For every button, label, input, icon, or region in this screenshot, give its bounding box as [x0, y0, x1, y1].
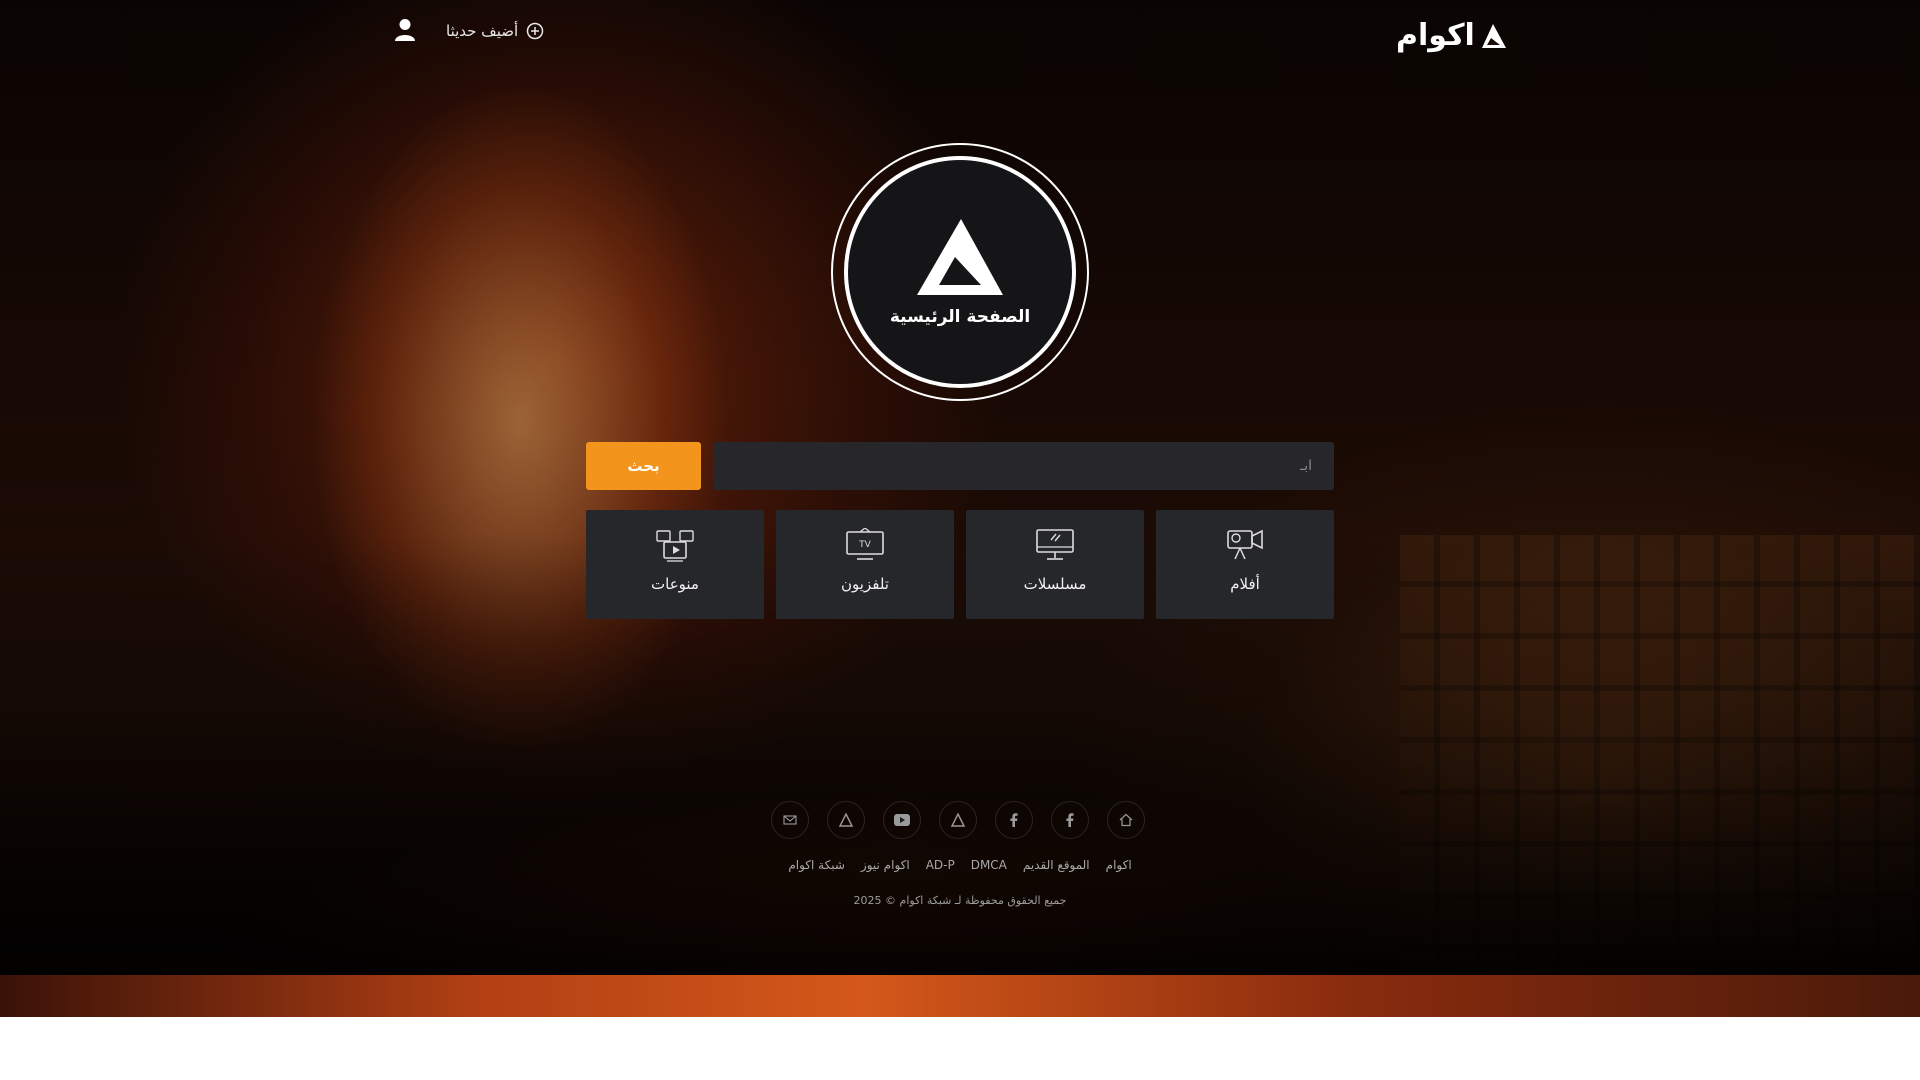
facebook-icon[interactable]	[1051, 801, 1089, 839]
category-tv[interactable]: TV تلفزيون	[776, 510, 954, 619]
home-label: الصفحة الرئيسية	[889, 307, 1031, 327]
category-label: منوعات	[651, 575, 699, 593]
user-icon[interactable]	[394, 18, 416, 42]
footer-link-akwam-network[interactable]: شبكة اكوام	[788, 858, 845, 872]
mail-icon[interactable]	[771, 801, 809, 839]
home-icon[interactable]	[1107, 801, 1145, 839]
footer-link-old-site[interactable]: الموقع القديم	[1023, 858, 1090, 872]
added-recently-label: أضيف حديثا	[446, 22, 519, 40]
background-bottom-strip	[0, 975, 1920, 1017]
akwam-icon[interactable]	[827, 801, 865, 839]
media-collection-icon	[656, 530, 694, 562]
search-button[interactable]: بحث	[586, 442, 701, 490]
copyright-text: جميع الحقوق محفوظة لـ شبكة اكوام © 2025	[853, 894, 1067, 907]
category-label: تلفزيون	[841, 575, 889, 593]
logo-text: اكوام	[1396, 18, 1476, 53]
home-button[interactable]: الصفحة الرئيسية	[831, 143, 1089, 401]
added-recently-link[interactable]: أضيف حديثا	[446, 22, 544, 40]
monitor-icon	[1036, 529, 1074, 560]
plus-circle-icon	[526, 22, 544, 40]
footer-link-dmca[interactable]: DMCA	[971, 858, 1007, 872]
footer-link-akwam-news[interactable]: اكوام نيوز	[861, 858, 910, 872]
movie-camera-icon	[1227, 529, 1263, 560]
akwam-logo-icon	[917, 219, 1003, 295]
category-misc[interactable]: منوعات	[586, 510, 764, 619]
footer-link-adp[interactable]: AD-P	[926, 858, 955, 872]
footer-link-akwam[interactable]: اكوام	[1106, 858, 1132, 872]
category-label: مسلسلات	[1023, 575, 1087, 593]
category-movies[interactable]: أفلام	[1156, 510, 1334, 619]
category-label: أفلام	[1230, 575, 1260, 593]
tv-icon: TV	[846, 528, 884, 560]
youtube-icon[interactable]	[883, 801, 921, 839]
social-links	[771, 801, 1145, 839]
svg-text:TV: TV	[858, 540, 871, 550]
category-series[interactable]: مسلسلات	[966, 510, 1144, 619]
site-logo[interactable]: اكوام	[1396, 18, 1507, 53]
search-input[interactable]	[713, 442, 1334, 490]
akwam-icon[interactable]	[939, 801, 977, 839]
akwam-logo-icon	[1481, 23, 1506, 48]
footer-links: اكوام الموقع القديم DMCA AD-P اكوام نيوز…	[0, 858, 1920, 872]
home-circle-inner: الصفحة الرئيسية	[844, 156, 1076, 388]
facebook-icon[interactable]	[995, 801, 1033, 839]
